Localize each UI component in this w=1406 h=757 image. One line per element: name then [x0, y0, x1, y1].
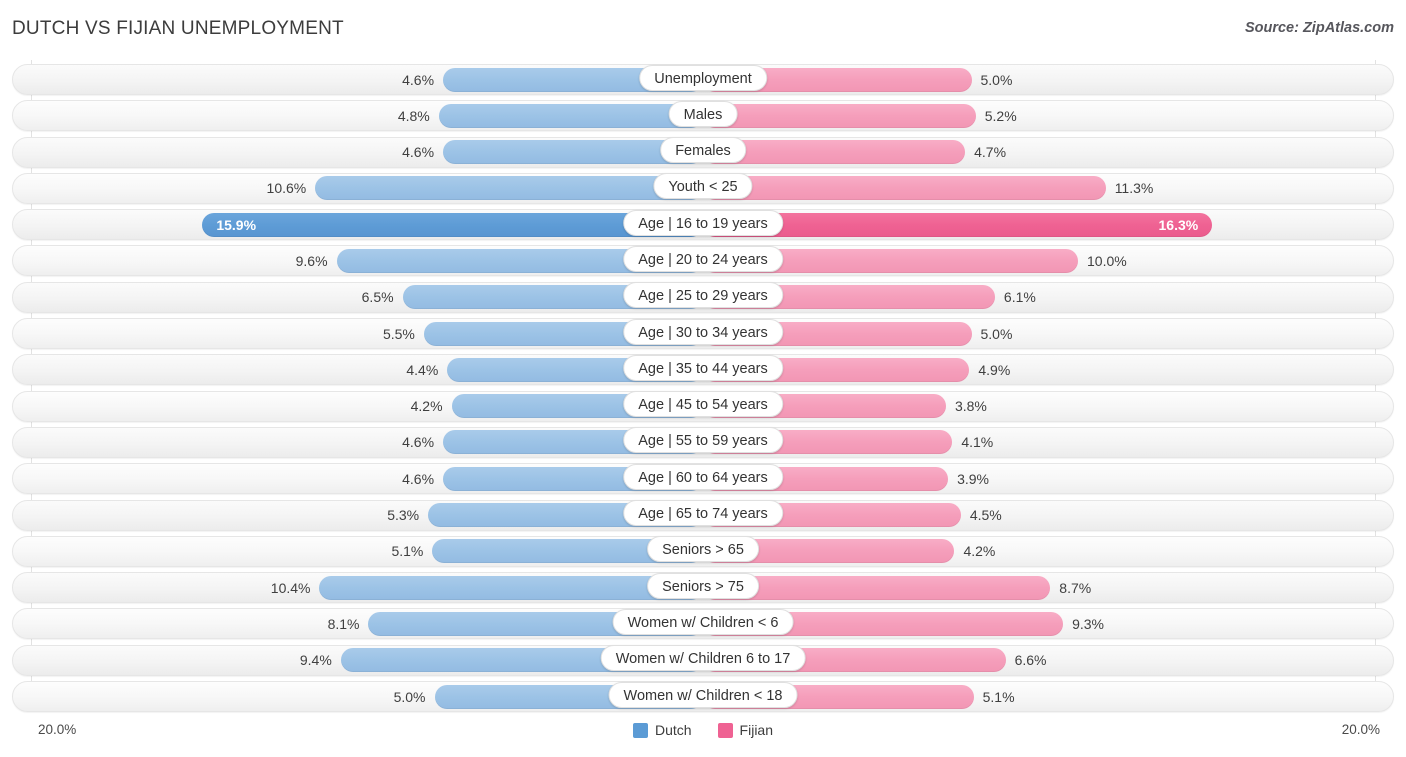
chart-rows: 4.6% 5.0% Unemployment 4.8% 5.2% Males 4.6% 4.7…: [0, 62, 1406, 715]
value-label-dutch: 9.6%: [295, 252, 328, 269]
row-category-label[interactable]: Age | 35 to 44 years: [623, 354, 783, 381]
value-label-fijian: 10.0%: [1087, 252, 1127, 269]
value-label-dutch: 4.6%: [402, 71, 435, 88]
chart-row[interactable]: 4.6% 4.7% Females: [0, 135, 1406, 171]
chart-row[interactable]: 4.4% 4.9% Age | 35 to 44 years: [0, 352, 1406, 388]
bar-dutch[interactable]: [319, 575, 703, 600]
row-category-label[interactable]: Women w/ Children < 6: [612, 608, 794, 635]
value-label-dutch: 8.1%: [327, 615, 360, 632]
chart-row[interactable]: 5.3% 4.5% Age | 65 to 74 years: [0, 498, 1406, 534]
chart-row[interactable]: 4.8% 5.2% Males: [0, 98, 1406, 134]
legend-label-dutch: Dutch: [654, 722, 692, 738]
value-label-dutch: 6.5%: [361, 289, 394, 306]
value-label-dutch: 5.3%: [387, 507, 420, 524]
row-category-label[interactable]: Age | 25 to 29 years: [623, 282, 783, 309]
value-label-dutch: 4.6%: [402, 470, 435, 487]
chart-page: DUTCH VS FIJIAN UNEMPLOYMENT Source: Zip…: [0, 0, 1406, 757]
row-category-label[interactable]: Females: [660, 137, 746, 164]
bar-dutch[interactable]: [438, 103, 703, 128]
value-label-fijian: 4.9%: [978, 361, 1011, 378]
chart-row[interactable]: 5.1% 4.2% Seniors > 65: [0, 534, 1406, 570]
value-label-dutch: 4.8%: [397, 107, 430, 124]
value-label-fijian: 3.9%: [957, 470, 989, 487]
value-label-fijian: 4.1%: [961, 434, 994, 451]
row-category-label[interactable]: Age | 16 to 19 years: [623, 209, 783, 236]
chart-row[interactable]: 4.6% 4.1% Age | 55 to 59 years: [0, 425, 1406, 461]
value-label-fijian: 5.2%: [984, 107, 1017, 124]
chart-row[interactable]: 5.0% 5.1% Women w/ Children < 18: [0, 679, 1406, 715]
legend-label-fijian: Fijian: [739, 722, 774, 738]
value-label-dutch: 5.1%: [391, 543, 424, 560]
chart-row[interactable]: 10.4% 8.7% Seniors > 75: [0, 570, 1406, 606]
row-category-label[interactable]: Women w/ Children 6 to 17: [600, 645, 806, 672]
row-category-label[interactable]: Age | 55 to 59 years: [623, 427, 783, 454]
value-label-dutch: 4.6%: [402, 144, 435, 161]
value-label-dutch: 9.4%: [299, 652, 332, 669]
page-title: DUTCH VS FIJIAN UNEMPLOYMENT: [12, 18, 344, 39]
chart-row[interactable]: 5.5% 5.0% Age | 30 to 34 years: [0, 316, 1406, 352]
chart-row[interactable]: 4.6% 3.9% Age | 60 to 64 years: [0, 461, 1406, 497]
row-category-label[interactable]: Unemployment: [639, 64, 767, 91]
value-label-fijian: 16.3%: [1158, 216, 1199, 233]
value-label-fijian: 4.5%: [969, 507, 1002, 524]
value-label-fijian: 6.1%: [1003, 289, 1036, 306]
row-category-label[interactable]: Women w/ Children < 18: [608, 681, 798, 708]
chart-row[interactable]: 8.1% 9.3% Women w/ Children < 6: [0, 606, 1406, 642]
chart-legend: Dutch Fijian: [0, 722, 1406, 738]
value-label-dutch: 4.6%: [402, 434, 435, 451]
bar-fijian[interactable]: [703, 103, 976, 128]
chart-row[interactable]: 4.2% 3.8% Age | 45 to 54 years: [0, 389, 1406, 425]
legend-swatch-dutch: [632, 722, 648, 738]
value-label-fijian: 11.3%: [1114, 180, 1154, 197]
row-category-label[interactable]: Seniors > 65: [647, 536, 759, 563]
value-label-fijian: 5.1%: [982, 688, 1015, 705]
source-attribution: Source: ZipAtlas.com: [1244, 20, 1394, 36]
value-label-fijian: 9.3%: [1072, 615, 1104, 632]
chart-row[interactable]: 4.6% 5.0% Unemployment: [0, 62, 1406, 98]
row-category-label[interactable]: Seniors > 75: [647, 572, 759, 599]
value-label-fijian: 5.0%: [980, 71, 1013, 88]
chart-row[interactable]: 6.5% 6.1% Age | 25 to 29 years: [0, 280, 1406, 316]
bar-fijian[interactable]: [703, 176, 1106, 201]
value-label-dutch: 15.9%: [216, 216, 257, 233]
row-category-label[interactable]: Age | 65 to 74 years: [623, 500, 783, 527]
row-category-label[interactable]: Youth < 25: [653, 173, 753, 200]
legend-item-dutch[interactable]: Dutch: [632, 722, 692, 738]
value-label-dutch: 4.2%: [410, 398, 443, 415]
chart-row[interactable]: 10.6% 11.3% Youth < 25: [0, 171, 1406, 207]
value-label-fijian: 4.2%: [963, 543, 996, 560]
value-label-dutch: 4.4%: [406, 361, 439, 378]
row-category-label[interactable]: Males: [668, 100, 738, 127]
value-label-fijian: 3.8%: [954, 398, 987, 415]
legend-swatch-fijian: [717, 722, 733, 738]
value-label-dutch: 5.0%: [393, 688, 426, 705]
bar-dutch[interactable]: [315, 176, 703, 201]
chart-row[interactable]: 9.4% 6.6% Women w/ Children 6 to 17: [0, 643, 1406, 679]
value-label-fijian: 5.0%: [980, 325, 1013, 342]
value-label-fijian: 6.6%: [1014, 652, 1047, 669]
row-category-label[interactable]: Age | 30 to 34 years: [623, 318, 783, 345]
row-category-label[interactable]: Age | 20 to 24 years: [623, 245, 783, 272]
value-label-fijian: 8.7%: [1059, 579, 1092, 596]
legend-item-fijian[interactable]: Fijian: [717, 722, 774, 738]
row-category-label[interactable]: Age | 60 to 64 years: [623, 463, 783, 490]
chart-row[interactable]: 15.9% 16.3% Age | 16 to 19 years: [0, 207, 1406, 243]
value-label-fijian: 4.7%: [974, 144, 1007, 161]
value-label-dutch: 5.5%: [382, 325, 415, 342]
chart-plot-area: 4.6% 5.0% Unemployment 4.8% 5.2% Males 4.6% 4.7…: [0, 60, 1406, 718]
value-label-dutch: 10.6%: [266, 180, 307, 197]
chart-row[interactable]: 9.6% 10.0% Age | 20 to 24 years: [0, 243, 1406, 279]
row-category-label[interactable]: Age | 45 to 54 years: [623, 391, 783, 418]
value-label-dutch: 10.4%: [270, 579, 311, 596]
